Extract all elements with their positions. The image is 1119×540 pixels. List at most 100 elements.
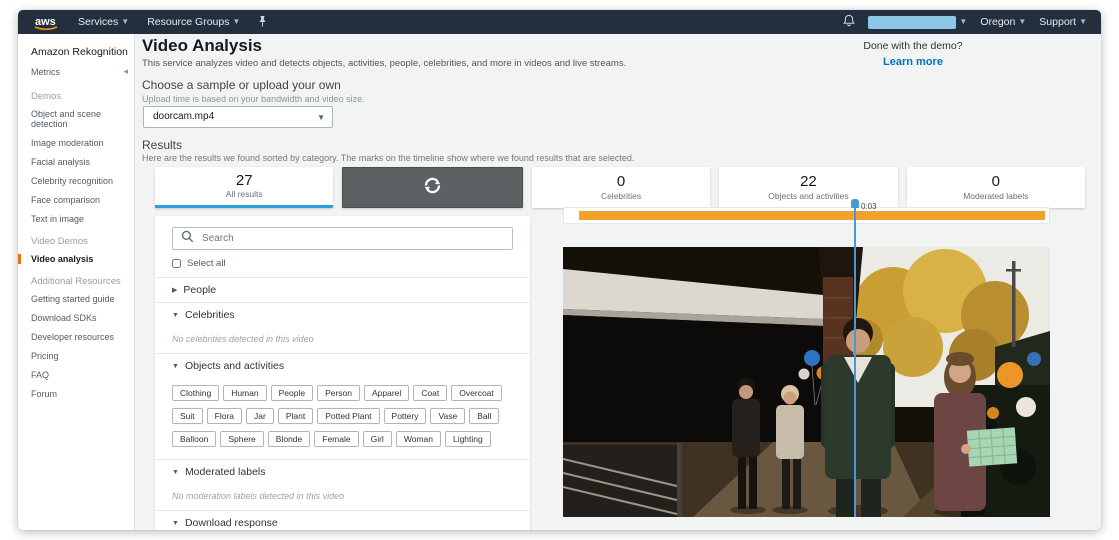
refresh-icon <box>422 175 443 201</box>
label-tag[interactable]: Vase <box>430 408 466 424</box>
aws-console-page: aws Services ▼ Resource Groups ▼ ▼ Orego… <box>18 10 1101 530</box>
sidebar-item-object-scene-detection[interactable]: Object and scene detection <box>31 109 134 129</box>
label-tag[interactable]: Person <box>317 385 360 401</box>
chevron-down-icon: ▼ <box>317 113 325 122</box>
tab-celebrities[interactable]: 0 Celebrities <box>531 167 711 208</box>
sidebar-item-faq[interactable]: FAQ <box>31 370 134 380</box>
video-player[interactable] <box>563 247 1050 517</box>
label-tag[interactable]: Balloon <box>172 431 217 447</box>
chevron-down-icon: ▼ <box>1018 17 1027 26</box>
label-tag[interactable]: Pottery <box>383 408 427 424</box>
timeline-detection-bar <box>579 211 1045 220</box>
page-title: Video Analysis <box>142 36 262 55</box>
sidebar-item-developer-resources[interactable]: Developer resources <box>31 332 134 342</box>
search-icon <box>181 230 194 248</box>
chevron-down-icon: ▼ <box>172 311 179 319</box>
label-tag[interactable]: Sphere <box>220 431 264 447</box>
tab-count: 27 <box>235 171 253 189</box>
tab-label: Objects and activities <box>768 190 849 201</box>
tab-all-results[interactable]: 27 All results <box>155 167 334 208</box>
tab-label: Celebrities <box>600 190 642 201</box>
chevron-down-icon: ▼ <box>172 519 179 527</box>
tab-moderated-labels[interactable]: 0 Moderated labels <box>906 167 1086 208</box>
timeline-track[interactable] <box>563 207 1050 224</box>
results-heading: Results <box>142 138 183 152</box>
objects-tag-list: Clothing Human People Person Apparel Coat Over… <box>155 378 530 459</box>
search-input[interactable] <box>202 233 504 244</box>
sidebar-item-celebrity-recognition[interactable]: Celebrity recognition <box>31 176 134 186</box>
tab-count: 22 <box>800 173 817 191</box>
main-content: Video Analysis This service analyzes vid… <box>135 34 1101 530</box>
collapse-sidebar-icon[interactable]: ◂ <box>123 66 128 77</box>
label-tag[interactable]: People <box>270 385 314 401</box>
accordion-celebrities[interactable]: ▼ Celebrities <box>155 302 530 327</box>
accordion-people[interactable]: ▶ People <box>155 277 530 302</box>
select-all-label: Select all <box>187 258 226 269</box>
support-menu[interactable]: Support ▼ <box>1039 16 1087 28</box>
done-with-demo-block: Done with the demo? Learn more <box>843 40 983 70</box>
playhead-handle-icon[interactable] <box>851 199 859 208</box>
label-tag[interactable]: Coat <box>413 385 448 401</box>
sidebar-item-text-in-image[interactable]: Text in image <box>31 214 134 224</box>
label-tag[interactable]: Female <box>314 431 359 447</box>
select-all-checkbox[interactable] <box>172 259 181 268</box>
sidebar-section-demos: Demos <box>31 91 62 102</box>
sidebar-item-facial-analysis[interactable]: Facial analysis <box>31 157 134 167</box>
services-menu[interactable]: Services ▼ <box>78 16 129 28</box>
label-tag[interactable]: Plant <box>277 408 314 424</box>
label-tag[interactable]: Woman <box>395 431 441 447</box>
label-tag[interactable]: Overcoat <box>451 385 502 401</box>
resource-groups-menu[interactable]: Resource Groups ▼ <box>147 16 240 28</box>
label-tag[interactable]: Potted Plant <box>317 408 380 424</box>
timeline-playhead[interactable] <box>851 199 859 517</box>
search-box <box>172 227 513 250</box>
select-all-row: Select all <box>172 258 513 269</box>
account-menu[interactable]: ▼ <box>868 15 967 29</box>
accordion-download-response[interactable]: ▼ Download response <box>155 510 530 530</box>
sidebar-item-forum[interactable]: Forum <box>31 389 134 399</box>
chevron-down-icon: ▼ <box>232 17 241 26</box>
chevron-down-icon: ▼ <box>172 468 179 476</box>
label-tag[interactable]: Lighting <box>444 431 491 447</box>
sample-select[interactable]: doorcam.mp4 ▼ <box>143 106 333 128</box>
account-name-redacted <box>868 15 957 29</box>
learn-more-link[interactable]: Learn more <box>883 56 943 68</box>
tab-count: 0 <box>616 173 626 191</box>
label-tag[interactable]: Flora <box>206 408 243 424</box>
sample-chooser-subtext: Upload time is based on your bandwidth a… <box>142 94 365 104</box>
sidebar-item-video-analysis[interactable]: Video analysis <box>18 254 134 264</box>
sidebar-item-face-comparison[interactable]: Face comparison <box>31 195 134 205</box>
sidebar-app-title[interactable]: Amazon Rekognition <box>31 46 134 58</box>
top-navigation-bar: aws Services ▼ Resource Groups ▼ ▼ Orego… <box>18 10 1101 34</box>
label-tag[interactable]: Jar <box>246 408 274 424</box>
sidebar-section-additional-resources: Additional Resources <box>31 276 121 287</box>
tab-people-loading[interactable] <box>342 167 523 208</box>
accordion-moderated-labels[interactable]: ▼ Moderated labels <box>155 459 530 484</box>
notifications-bell-icon[interactable] <box>843 14 856 30</box>
sidebar-item-pricing[interactable]: Pricing <box>31 351 134 361</box>
tab-count: 0 <box>991 173 1000 191</box>
results-subtext: Here are the results we found sorted by … <box>142 153 635 163</box>
label-tag[interactable]: Clothing <box>172 385 220 401</box>
label-tag[interactable]: Ball <box>469 408 500 424</box>
label-tag[interactable]: Apparel <box>364 385 410 401</box>
label-tag[interactable]: Blonde <box>267 431 311 447</box>
done-prompt: Done with the demo? <box>863 40 963 52</box>
sidebar-item-download-sdks[interactable]: Download SDKs <box>31 313 134 323</box>
region-menu[interactable]: Oregon ▼ <box>980 16 1026 28</box>
accordion-objects-activities[interactable]: ▼ Objects and activities <box>155 353 530 378</box>
sidebar-item-image-moderation[interactable]: Image moderation <box>31 138 134 148</box>
label-tag[interactable]: Human <box>223 385 267 401</box>
sidebar-item-getting-started-guide[interactable]: Getting started guide <box>31 294 134 304</box>
label-tag[interactable]: Girl <box>362 431 392 447</box>
chevron-down-icon: ▼ <box>121 17 130 26</box>
sidebar-item-metrics[interactable]: Metrics ◂ <box>31 66 134 77</box>
playhead-time: 0:03 <box>861 202 877 211</box>
chevron-right-icon: ▶ <box>172 287 178 294</box>
aws-logo[interactable]: aws <box>32 14 60 31</box>
label-tag[interactable]: Suit <box>172 408 203 424</box>
pin-icon[interactable] <box>258 15 267 30</box>
results-list-panel: Select all ▶ People ▼ Celebrities No cel… <box>155 216 530 530</box>
video-frame <box>563 247 1050 517</box>
browser-viewport: aws Services ▼ Resource Groups ▼ ▼ Orego… <box>0 0 1119 540</box>
